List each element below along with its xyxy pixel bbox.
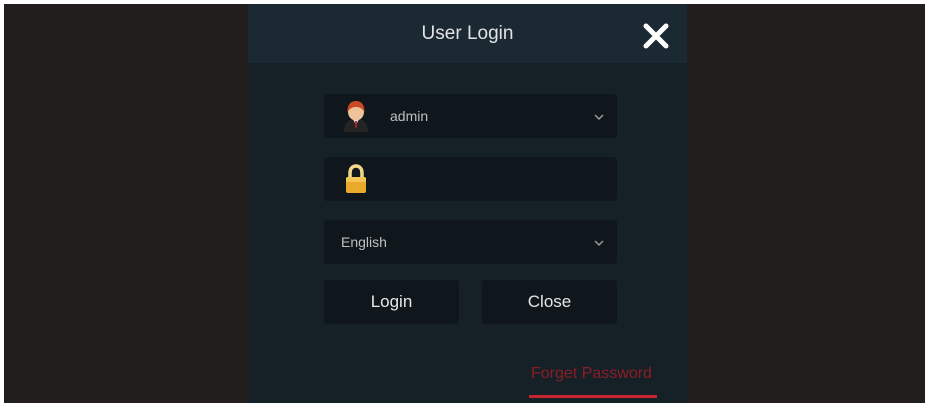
chevron-down-icon: [593, 236, 605, 248]
language-select[interactable]: English: [324, 220, 617, 264]
close-button[interactable]: Close: [482, 280, 617, 324]
padlock-icon: [342, 163, 370, 195]
forget-password-link[interactable]: Forget Password: [531, 365, 652, 383]
user-login-dialog: User Login admin English Login Close For…: [248, 4, 687, 403]
forget-password-underline: [529, 395, 657, 398]
dialog-header: User Login: [248, 4, 687, 63]
chevron-down-icon: [593, 110, 605, 122]
password-field[interactable]: [324, 157, 617, 201]
language-value: English: [341, 234, 387, 250]
username-value: admin: [390, 108, 429, 124]
screen-background: User Login admin English Login Close For…: [4, 4, 925, 403]
username-select[interactable]: admin: [324, 94, 617, 138]
user-avatar-icon: [342, 100, 370, 132]
dialog-title: User Login: [421, 23, 514, 44]
close-icon[interactable]: [642, 22, 670, 50]
login-button[interactable]: Login: [324, 280, 459, 324]
